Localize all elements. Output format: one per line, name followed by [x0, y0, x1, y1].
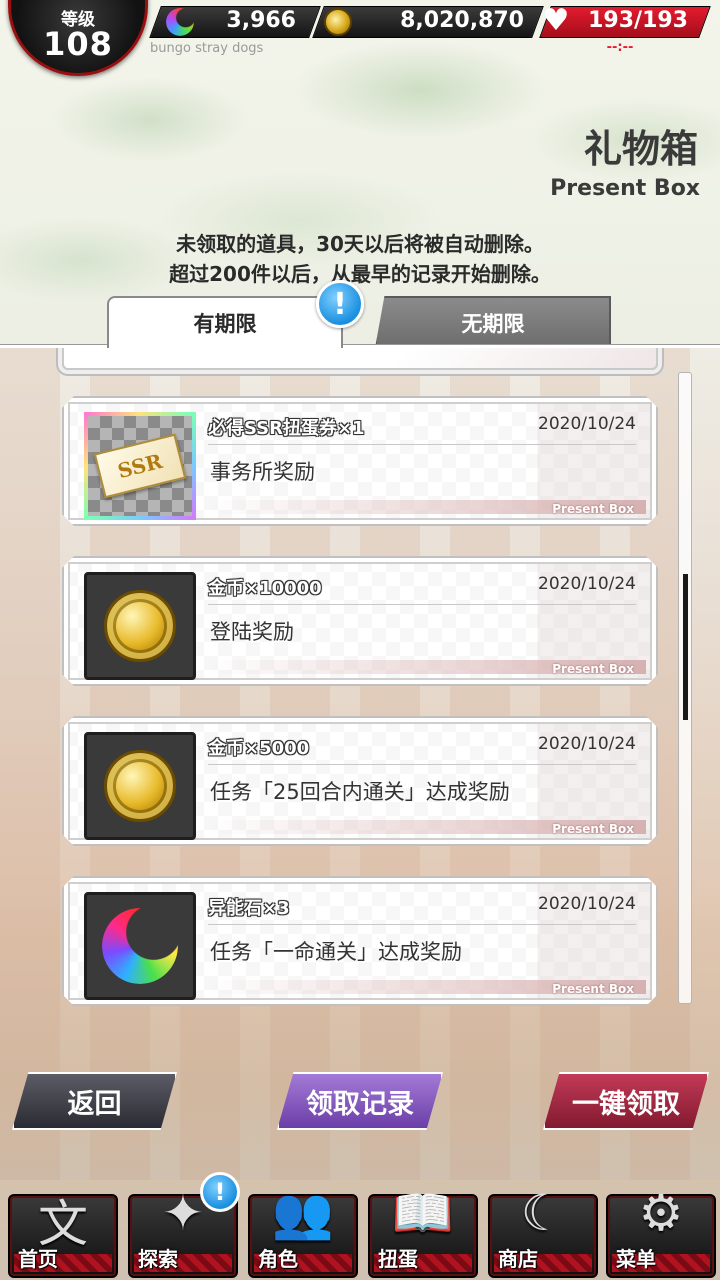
moon-stone-graphic — [102, 908, 178, 984]
notice-line-1: 未领取的道具，30天以后将被自动删除。 — [176, 232, 544, 256]
nav-shop[interactable]: ☾ 商店 — [488, 1184, 598, 1278]
ability-stone-icon — [84, 892, 196, 1000]
item-date: 2020/10/24 — [538, 414, 636, 434]
item-tag: Present Box — [552, 822, 634, 836]
item-date: 2020/10/24 — [538, 734, 636, 754]
item-name: 金币×5000 — [208, 738, 310, 759]
level-value: 108 — [43, 25, 113, 63]
item-divider — [208, 764, 636, 765]
nav-label: 首页 — [18, 1247, 58, 1271]
back-button[interactable]: 返回 — [12, 1072, 177, 1130]
ticket-label: SSR — [94, 434, 187, 499]
stone-count: 3,966 — [226, 8, 296, 33]
bottom-nav: 文 首页 ✦ 探索 👥 角色 📖 扭蛋 ☾ 商店 ⚙ 菜单 — [0, 1180, 720, 1280]
nav-label: 角色 — [258, 1247, 298, 1271]
present-list[interactable]: SSR 必得SSR扭蛋券×1 2020/10/24 事务所奖励 Present … — [0, 348, 720, 1012]
present-item[interactable]: 异能石×3 2020/10/24 任务「一命通关」达成奖励 Present Bo… — [62, 876, 658, 1006]
list-scrollbar-thumb[interactable] — [683, 574, 688, 720]
explore-alert-icon: ! — [200, 1172, 240, 1212]
shop-icon: ☾ — [520, 1184, 566, 1242]
coin-graphic — [104, 590, 176, 662]
present-item[interactable]: SSR 必得SSR扭蛋券×1 2020/10/24 事务所奖励 Present … — [62, 396, 658, 526]
ssr-ticket-icon: SSR — [84, 412, 196, 520]
claim-all-button[interactable]: 一键领取 — [543, 1072, 709, 1130]
nav-characters[interactable]: 👥 角色 — [248, 1184, 358, 1278]
item-tag: Present Box — [552, 982, 634, 996]
item-date: 2020/10/24 — [538, 574, 636, 594]
menu-gear-icon: ⚙ — [638, 1184, 684, 1242]
list-item-partial[interactable] — [62, 348, 658, 370]
moon-stone-icon — [166, 8, 194, 36]
nav-label: 商店 — [498, 1247, 538, 1271]
item-description: 登陆奖励 — [210, 620, 294, 644]
item-name: 异能石×3 — [208, 898, 290, 919]
page-title: 礼物箱 — [583, 126, 698, 171]
notice-line-2: 超过200件以后，从最早的记录开始删除。 — [169, 262, 551, 286]
item-name: 金币×10000 — [208, 578, 322, 599]
item-tag: Present Box — [552, 502, 634, 516]
gacha-book-icon: 📖 — [391, 1184, 455, 1242]
app-caption: bungo stray dogs — [150, 41, 264, 56]
nav-menu[interactable]: ⚙ 菜单 — [606, 1184, 716, 1278]
item-name: 必得SSR扭蛋券×1 — [208, 418, 365, 439]
nav-label: 探索 — [138, 1247, 178, 1271]
nav-label: 菜单 — [616, 1247, 656, 1271]
item-description: 事务所奖励 — [210, 460, 315, 484]
characters-icon: 👥 — [271, 1184, 335, 1242]
item-description: 任务「一命通关」达成奖励 — [210, 940, 462, 964]
heart-icon: ♥ — [542, 3, 570, 38]
gold-coin-icon — [84, 732, 196, 840]
item-description: 任务「25回合内通关」达成奖励 — [210, 780, 510, 804]
coin-icon — [324, 8, 352, 36]
page-subtitle: Present Box — [550, 176, 700, 201]
status-bar: 等级 108 3,966 8,020,870 ♥ 193/193 --:-- b… — [0, 0, 720, 76]
item-divider — [208, 444, 636, 445]
item-divider — [208, 924, 636, 925]
tab-unlimited[interactable]: 无期限 — [375, 296, 611, 348]
nav-gacha[interactable]: 📖 扭蛋 — [368, 1184, 478, 1278]
stamina-timer: --:-- — [606, 40, 634, 55]
item-divider — [208, 604, 636, 605]
coin-graphic — [104, 750, 176, 822]
present-item[interactable]: 金币×5000 2020/10/24 任务「25回合内通关」达成奖励 Prese… — [62, 716, 658, 846]
claim-history-button[interactable]: 领取记录 — [277, 1072, 443, 1130]
alert-icon: ! — [316, 280, 364, 328]
nav-home[interactable]: 文 首页 — [8, 1194, 118, 1278]
present-item[interactable]: 金币×10000 2020/10/24 登陆奖励 Present Box — [62, 556, 658, 686]
item-tag: Present Box — [552, 662, 634, 676]
gold-coin-icon — [84, 572, 196, 680]
tab-limited[interactable]: 有期限 — [107, 296, 343, 348]
coin-count: 8,020,870 — [400, 8, 524, 33]
item-date: 2020/10/24 — [538, 894, 636, 914]
nav-label: 扭蛋 — [378, 1247, 418, 1271]
stamina-count: 193/193 — [588, 8, 688, 33]
